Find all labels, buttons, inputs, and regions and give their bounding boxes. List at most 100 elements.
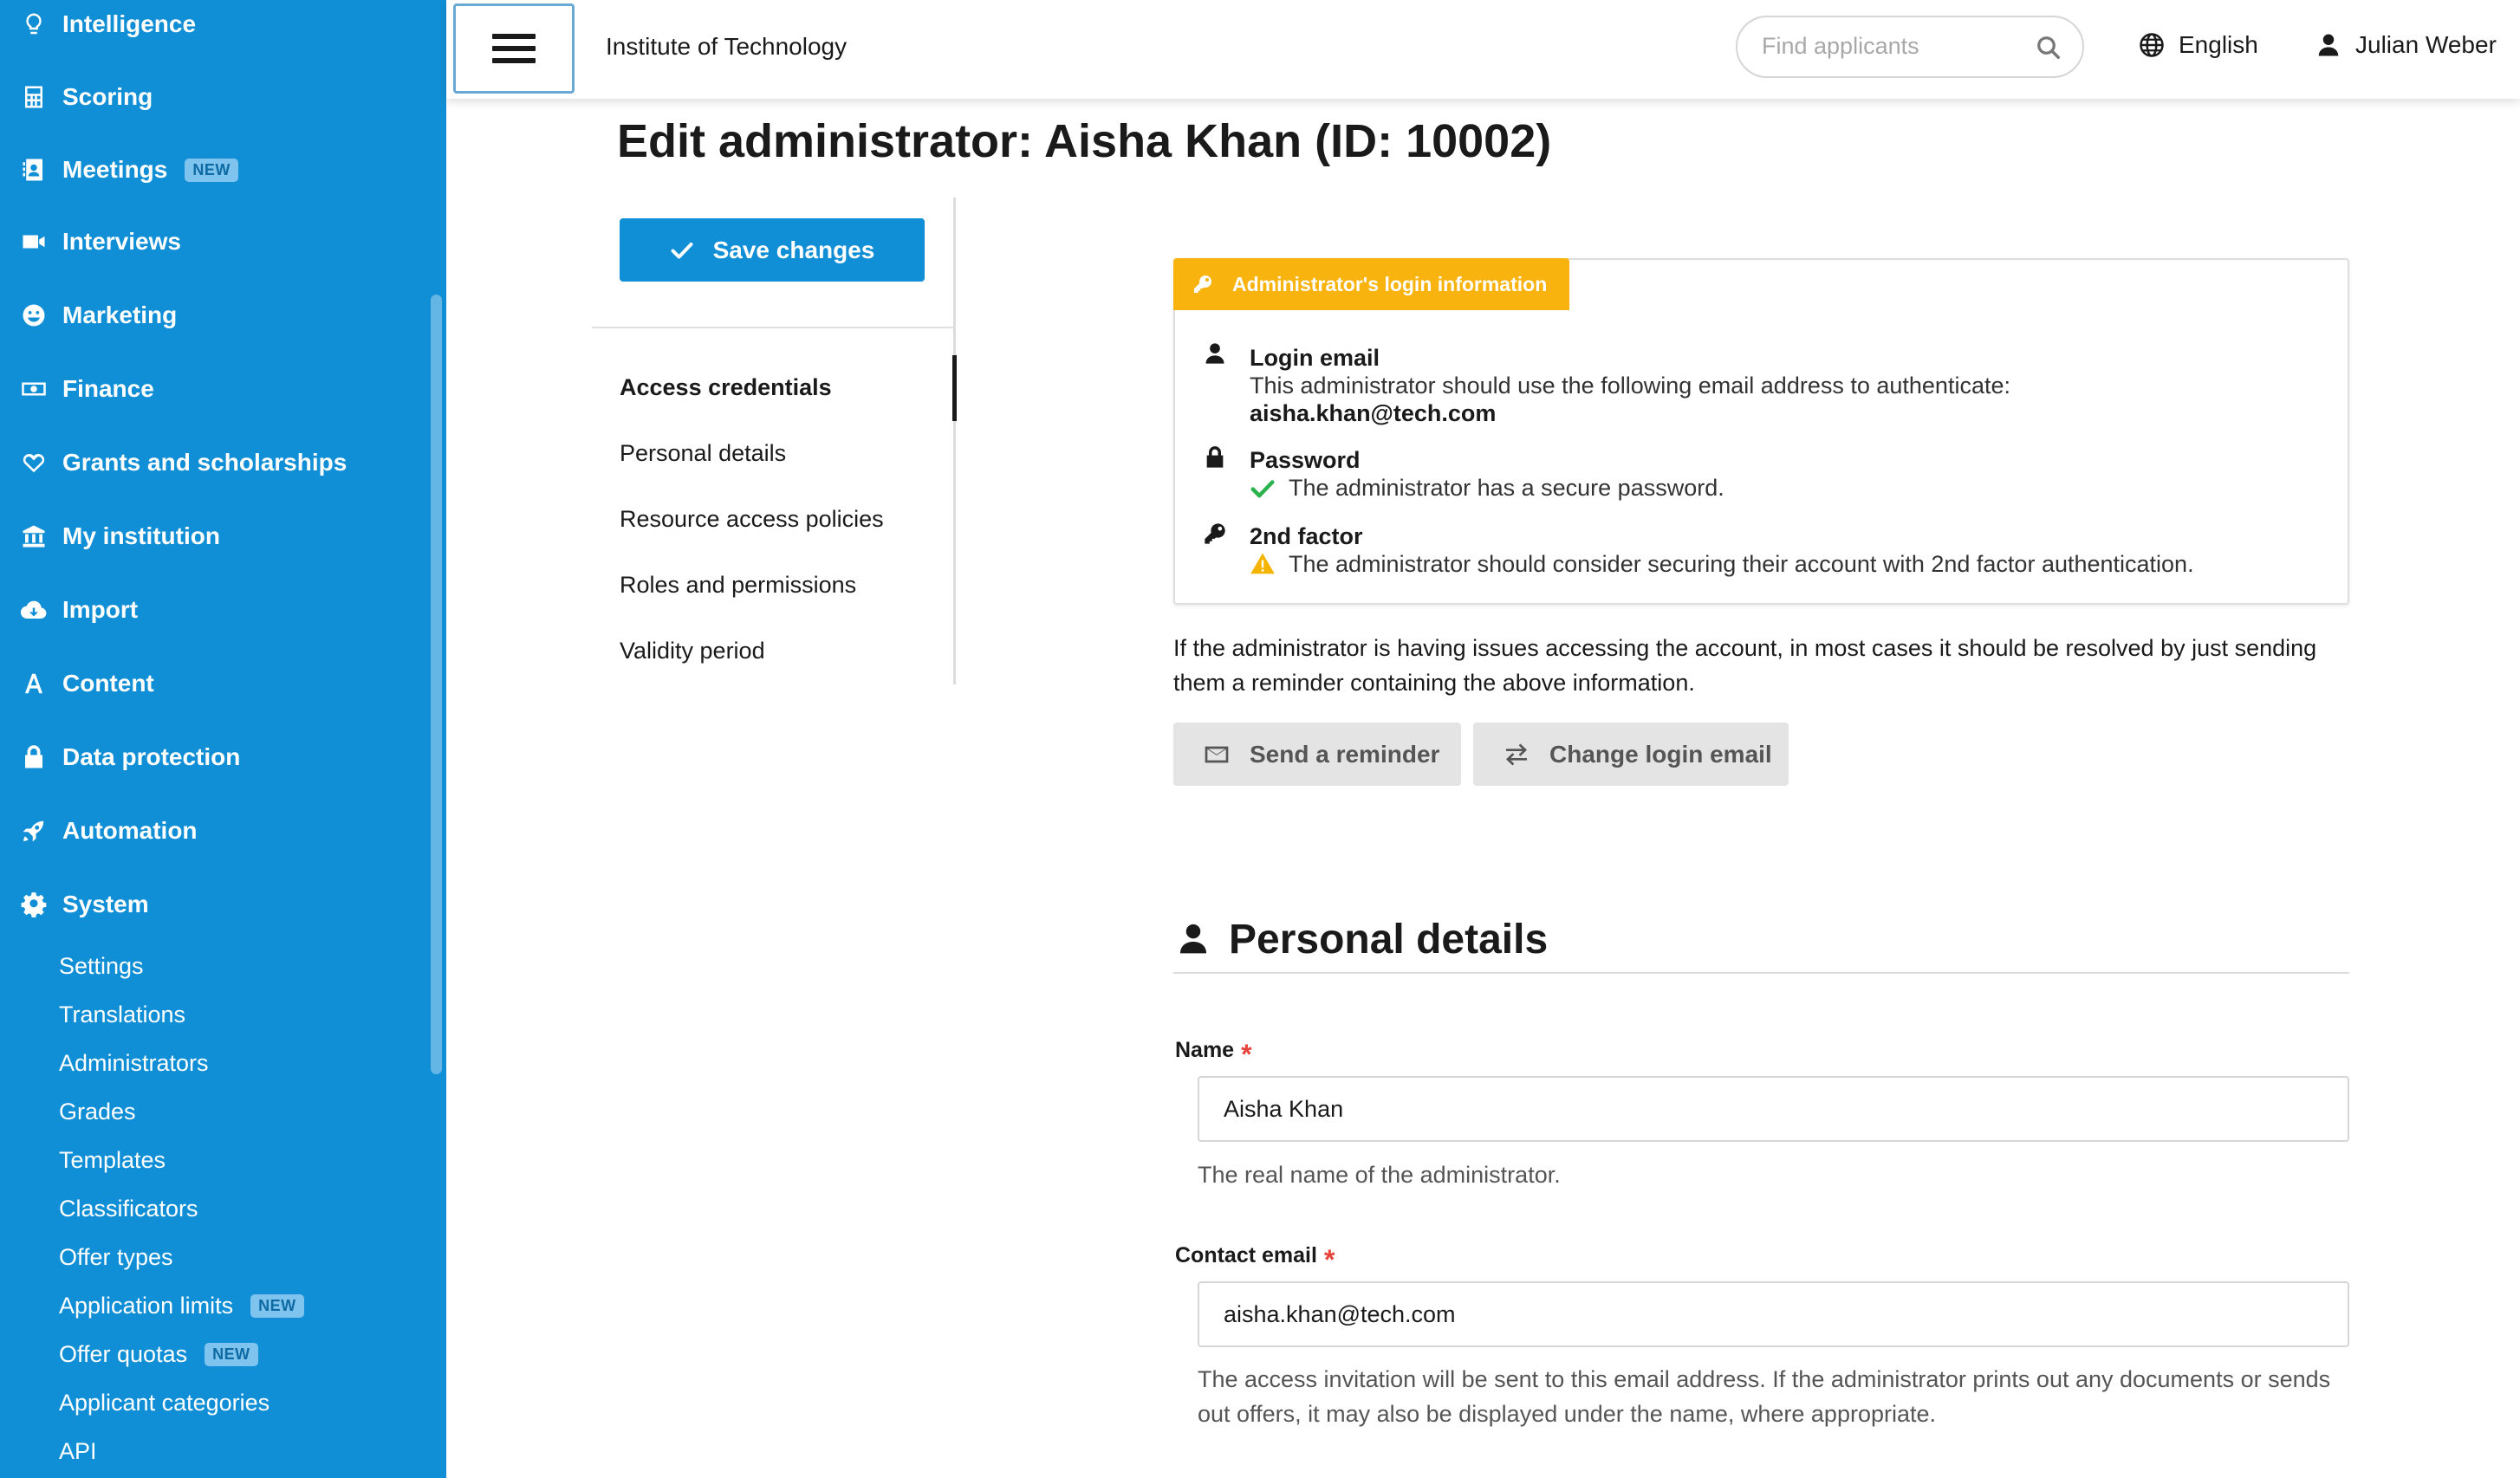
sidebar-item-label: Meetings [62, 156, 168, 183]
language-label: English [2179, 31, 2258, 58]
sidebar-subitem-application-limits[interactable]: Application limits NEW [59, 1284, 304, 1327]
menu-toggle-button[interactable] [453, 3, 575, 94]
sidebar-subitem-translations[interactable]: Translations [59, 993, 185, 1036]
sidebar-item-label: My institution [62, 522, 220, 549]
warning-icon [1250, 553, 1275, 574]
sidebar-subitem-label: Application limits [59, 1292, 234, 1319]
calculator-icon [19, 82, 49, 112]
login-email-description: This administrator should use the follow… [1250, 373, 2010, 399]
login-email-value: aisha.khan@tech.com [1250, 400, 1497, 426]
sidebar-subitem-api[interactable]: API [59, 1429, 97, 1473]
send-reminder-label: Send a reminder [1250, 740, 1440, 768]
sidebar-item-label: Automation [62, 817, 198, 844]
sidebar-subitem-offer-quotas[interactable]: Offer quotas NEW [59, 1332, 258, 1376]
video-camera-icon [19, 227, 49, 256]
user-icon [2318, 34, 2339, 56]
name-help-text: The real name of the administrator. [1198, 1162, 1561, 1188]
sidebar-item-import[interactable]: Import [0, 584, 425, 636]
sidebar-item-label: Intelligence [62, 10, 197, 37]
page-title: Edit administrator: Aisha Khan (ID: 1000… [617, 115, 1552, 167]
contact-email-label-text: Contact email [1175, 1243, 1317, 1267]
globe-icon [2140, 33, 2164, 57]
section-nav-access-credentials[interactable]: Access credentials [620, 374, 832, 401]
sidebar-item-automation[interactable]: Automation [0, 805, 425, 857]
section-nav-active-indicator [952, 355, 957, 421]
rocket-icon [19, 816, 49, 846]
login-info-card-title: Administrator's login information [1232, 272, 1548, 295]
search-input[interactable] [1762, 33, 2022, 60]
sidebar-item-label: Interviews [62, 228, 181, 255]
cloud-download-icon [19, 595, 49, 625]
section-nav-roles-and-permissions[interactable]: Roles and permissions [620, 572, 856, 599]
section-nav-validity-period[interactable]: Validity period [620, 638, 765, 664]
search-icon[interactable] [2036, 35, 2062, 61]
contact-email-input[interactable] [1198, 1281, 2349, 1347]
organization-name: Institute of Technology [606, 33, 848, 60]
sidebar-scrollbar[interactable] [431, 295, 442, 1074]
sidebar-subitem-templates[interactable]: Templates [59, 1138, 166, 1182]
sidebar-item-label: Content [62, 670, 154, 697]
gear-icon [19, 890, 49, 919]
new-badge: NEW [205, 1342, 258, 1366]
sidebar-item-data-protection[interactable]: Data protection [0, 731, 425, 783]
sidebar-item-label: Scoring [62, 83, 153, 110]
sidebar-item-grants[interactable]: Grants and scholarships [0, 437, 425, 489]
sidebar-item-marketing[interactable]: Marketing [0, 289, 425, 341]
password-title: Password [1250, 447, 1361, 473]
name-label-text: Name [1175, 1038, 1235, 1062]
key-icon [1194, 275, 1212, 293]
change-login-email-button[interactable]: Change login email [1473, 723, 1789, 786]
sidebar: Intelligence Scoring Meetings NEW Interv… [0, 0, 446, 1478]
sidebar-subitem-offer-types[interactable]: Offer types [59, 1235, 173, 1279]
section-nav-divider [592, 327, 956, 328]
password-status: The administrator has a secure password. [1289, 475, 1724, 501]
contact-email-field-label: Contact email * [1175, 1243, 1335, 1276]
save-button-label: Save changes [712, 236, 875, 263]
lock-icon [1206, 446, 1224, 468]
sidebar-item-interviews[interactable]: Interviews [0, 216, 425, 268]
required-marker: * [1323, 1244, 1335, 1275]
name-input[interactable] [1198, 1076, 2349, 1142]
top-header: Institute of Technology English Julian W… [446, 0, 2520, 99]
sidebar-item-scoring[interactable]: Scoring [0, 71, 425, 123]
hamburger-icon [492, 27, 536, 70]
user-menu[interactable]: Julian Weber [2315, 31, 2497, 59]
save-button[interactable]: Save changes [620, 218, 925, 282]
sidebar-item-intelligence[interactable]: Intelligence [0, 0, 425, 50]
new-badge: NEW [250, 1293, 304, 1318]
sidebar-item-content[interactable]: Content [0, 658, 425, 710]
sidebar-subitem-administrators[interactable]: Administrators [59, 1041, 209, 1085]
heart-icon [19, 448, 49, 477]
smile-icon [19, 301, 49, 330]
sidebar-item-system[interactable]: System [0, 878, 425, 930]
check-icon [1250, 480, 1275, 498]
sidebar-item-meetings[interactable]: Meetings NEW [0, 144, 425, 196]
login-help-text: If the administrator is having issues ac… [1173, 635, 2317, 696]
second-factor-title: 2nd factor [1250, 523, 1363, 549]
name-field-label: Name * [1175, 1038, 1252, 1071]
language-selector[interactable]: English [2139, 31, 2258, 59]
sidebar-item-finance[interactable]: Finance [0, 363, 425, 415]
sidebar-item-label: Marketing [62, 301, 178, 328]
sidebar-subitem-classificators[interactable]: Classificators [59, 1187, 198, 1230]
login-email-title: Login email [1250, 345, 1380, 371]
sidebar-subitem-applicant-categories[interactable]: Applicant categories [59, 1381, 270, 1424]
check-icon [671, 242, 693, 259]
send-reminder-button[interactable]: Send a reminder [1173, 723, 1461, 786]
sidebar-subitem-settings[interactable]: Settings [59, 944, 144, 988]
exchange-icon [1506, 742, 1527, 766]
second-factor-status: The administrator should consider securi… [1289, 551, 2194, 577]
user-icon [1179, 924, 1207, 954]
contact-email-help-text: The access invitation will be sent to th… [1198, 1366, 2331, 1427]
institution-icon [19, 522, 49, 551]
section-divider [1173, 972, 2349, 974]
sidebar-subitem-grades[interactable]: Grades [59, 1090, 136, 1133]
lightbulb-icon [19, 10, 49, 39]
section-nav-personal-details[interactable]: Personal details [620, 440, 786, 467]
address-book-icon [19, 155, 49, 185]
sidebar-item-my-institution[interactable]: My institution [0, 510, 425, 562]
login-info-card-tab: Administrator's login information [1173, 258, 1570, 310]
section-nav-resource-access-policies[interactable]: Resource access policies [620, 506, 884, 533]
sidebar-item-label: System [62, 891, 149, 917]
section-nav-border [953, 198, 956, 684]
